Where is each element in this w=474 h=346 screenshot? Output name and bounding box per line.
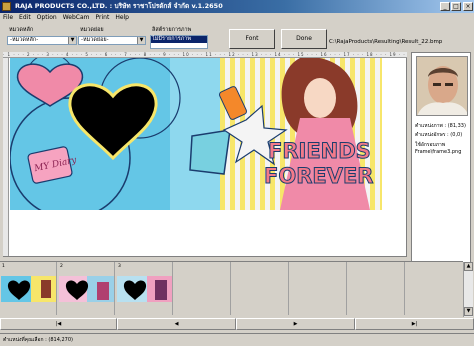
thumbnail-number: 2 [60,264,63,269]
scroll-up-icon[interactable]: ▲ [464,262,473,271]
thumbnail-slot[interactable]: 1 [0,262,57,315]
scroll-down-icon[interactable]: ▼ [464,307,473,316]
thumbnail-scrollbar[interactable]: ▲ ▼ [463,262,473,317]
thumbnail-image [1,276,56,302]
thumbnail-image [117,276,172,302]
menu-option[interactable]: Option [34,13,60,23]
menu-print[interactable]: Print [93,13,113,23]
thumbnail-image [59,276,114,302]
subcategory-label: หมวดย่อย [80,27,104,33]
thumbnail-slot[interactable]: 2 [58,262,115,315]
thumbnail-slot-empty[interactable] [290,262,347,315]
forever-text: FOREVER [264,164,373,188]
first-page-button[interactable]: |◀ [0,318,117,330]
result-path: C:\RajaProducts\Resulting\Result_22.bmp [329,39,443,45]
app-icon [2,2,11,11]
chevron-down-icon[interactable]: ▼ [68,37,76,44]
menu-bar: File Edit Option WebCam Print Help [0,13,474,23]
thumbnail-slot-empty[interactable] [232,262,289,315]
image-position: ตำแหน่งภาพ : (81,33) [415,123,466,129]
subcategory-value: -หมวดย่อย- [81,37,109,43]
done-button[interactable]: Done [281,29,327,49]
status-text: ตำแหน่งที่คุณเลือก : (814,270) [3,337,73,343]
menu-file[interactable]: File [0,13,16,23]
menu-help[interactable]: Help [112,13,132,23]
next-page-button[interactable]: ▶ [236,318,355,330]
category-value: -หมวดหลัก- [10,37,39,43]
chevron-down-icon[interactable]: ▼ [137,37,145,44]
menu-webcam[interactable]: WebCam [60,13,93,23]
list-item[interactable]: ไม่มีรายการภาพ [151,36,207,43]
minimize-button[interactable]: _ [440,2,450,11]
window-title: RAJA PRODUCTS CO.,LTD. : บริษัท ราชาโปรด… [15,2,223,10]
list-label: ลิสต์รายการภาพ [152,27,192,33]
previous-page-button[interactable]: ◀ [117,318,236,330]
char-position: ตำแหน่งอักษร : (0,0) [415,132,463,138]
close-button[interactable]: × [463,2,473,11]
friends-text: FRIENDS [268,139,371,163]
portrait-photo [417,57,467,115]
vertical-ruler [3,58,9,256]
frame-label: ใช้อักรอบภาพ [415,142,446,148]
menu-edit[interactable]: Edit [16,13,34,23]
subcategory-select[interactable]: -หมวดย่อย- ▼ [78,36,146,45]
design-image[interactable]: MY Diary FRIENDS FOREVER [10,58,382,210]
webcam-preview [416,56,468,116]
thumbnail-number: 1 [2,264,5,269]
thumbnail-number: 3 [118,264,121,269]
image-list[interactable]: ไม่มีรายการภาพ [150,35,208,49]
girl-face [304,78,336,118]
category-label: หมวดหลัก [9,27,34,33]
category-select[interactable]: -หมวดหลัก- ▼ [7,36,77,45]
thumbnail-slot[interactable]: 3 [116,262,173,315]
thumbnail-slot-empty[interactable] [406,262,463,315]
maximize-button[interactable]: □ [451,2,461,11]
shopping-tag-icon [189,129,231,175]
title-bar: RAJA PRODUCTS CO.,LTD. : บริษัท ราชาโปรด… [0,0,474,13]
frame-file: Frame\frame3.png [415,149,462,155]
last-page-button[interactable]: ▶| [355,318,474,330]
status-bar: ตำแหน่งที่คุณเลือก : (814,270) [0,333,474,345]
thumbnail-slot-empty[interactable] [174,262,231,315]
font-button[interactable]: Font [229,29,275,49]
thumbnail-slot-empty[interactable] [348,262,405,315]
